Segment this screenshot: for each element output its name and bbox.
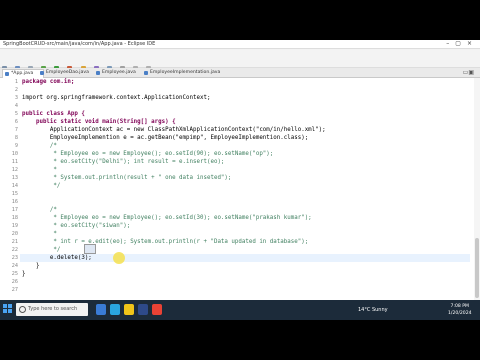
line-number: 20: [11, 231, 18, 237]
tab-employee[interactable]: Employee.java: [94, 69, 146, 77]
line-number: 3: [14, 95, 18, 101]
code-editor[interactable]: 1 2 3 4 5 6 7 8 9 10 11 12 13 14 15 16 1…: [0, 78, 480, 311]
code-line: package com.in;: [22, 79, 75, 85]
code-line: * Employee eo = new Employee(); eo.setId…: [22, 151, 274, 157]
code-line: * int r = e.edit(eo); System.out.println…: [22, 239, 309, 245]
code-line: *: [22, 231, 57, 237]
line-number: 1: [14, 79, 18, 85]
taskbar-search-box[interactable]: Type here to search: [16, 303, 88, 316]
line-number: 19: [11, 223, 18, 229]
weather-widget[interactable]: 14°C Sunny: [358, 300, 388, 320]
tab-employee-implementation[interactable]: EmployeeImplementation.java: [142, 69, 230, 77]
line-number: 27: [11, 287, 18, 293]
clock-date: 1/20/2024: [448, 311, 472, 316]
taskbar-clock[interactable]: 7:08 PM 1/20/2024: [448, 303, 472, 317]
window-controls[interactable]: –▢×: [446, 40, 478, 48]
edge-icon[interactable]: [110, 304, 120, 315]
code-line: e.delete(3);: [22, 255, 92, 261]
code-line: }: [22, 271, 26, 277]
vertical-scrollbar[interactable]: [474, 78, 480, 311]
line-number: 13: [11, 175, 18, 181]
code-line: */: [22, 247, 61, 253]
line-number: 26: [11, 279, 18, 285]
line-number: 8: [14, 135, 18, 141]
line-number: 6: [14, 119, 18, 125]
line-number: 10: [11, 151, 18, 157]
minimize-maximize-icon[interactable]: ▭▣: [463, 69, 474, 76]
code-line: *: [22, 167, 57, 173]
title-bar: SpringBootCRUD-src/main/java/com/in/App.…: [0, 40, 480, 49]
windows-start-icon[interactable]: [3, 304, 13, 314]
task-view-icon[interactable]: [96, 304, 106, 315]
code-line: import org.springframework.context.Appli…: [22, 95, 211, 101]
toolbar: [0, 56, 480, 71]
file-explorer-icon[interactable]: [124, 304, 134, 315]
line-number: 11: [11, 159, 18, 165]
line-number: 24: [11, 263, 18, 269]
editor-tabs: *App.java EmployeeDao.java Employee.java…: [0, 68, 480, 78]
eclipse-window: SpringBootCRUD-src/main/java/com/in/App.…: [0, 40, 480, 320]
parameter-hint-icon: [84, 244, 96, 254]
line-number-gutter: 1 2 3 4 5 6 7 8 9 10 11 12 13 14 15 16 1…: [0, 78, 20, 311]
line-number: 25: [11, 271, 18, 277]
code-line: EmployeeImplemention e = ac.getBean("emp…: [22, 135, 309, 141]
code-line: * Employee eo = new Employee(); eo.setId…: [22, 215, 312, 221]
windows-taskbar: Type here to search 14°C Sunny 7:08 PM 1…: [0, 300, 480, 320]
code-line: /*: [22, 207, 57, 213]
search-icon: [19, 306, 26, 313]
menu-bar: File Edit Source Refactor Navigate Searc…: [0, 49, 480, 66]
scrollbar-thumb[interactable]: [475, 238, 479, 298]
line-number: 21: [11, 239, 18, 245]
code-line: ApplicationContext ac = new ClassPathXml…: [22, 127, 326, 133]
line-number: 9: [14, 143, 18, 149]
code-line: * eo.setCity("siwan");: [22, 223, 131, 229]
line-number: 15: [11, 191, 18, 197]
line-number: 7: [14, 127, 18, 133]
line-number: 2: [14, 87, 18, 93]
eclipse-icon[interactable]: [138, 304, 148, 315]
line-number: 12: [11, 167, 18, 173]
tab-employee-dao[interactable]: EmployeeDao.java: [38, 69, 98, 77]
mouse-pointer-highlight: [113, 252, 125, 264]
taskbar-search-placeholder: Type here to search: [28, 306, 78, 312]
line-number: 17: [11, 207, 18, 213]
clock-time: 7:08 PM: [450, 304, 470, 309]
code-line: * System.out.println(result + " one data…: [22, 175, 232, 181]
line-number: 4: [14, 103, 18, 109]
code-line: * eo.setCity("Delhi"); int result = e.in…: [22, 159, 225, 165]
window-title: SpringBootCRUD-src/main/java/com/in/App.…: [3, 41, 156, 47]
code-line: public static void main(String[] args) {: [22, 119, 176, 125]
line-number: 22: [11, 247, 18, 253]
line-number: 16: [11, 199, 18, 205]
code-line: */: [22, 183, 61, 189]
line-number: 23: [11, 255, 18, 261]
line-number: 14: [11, 183, 18, 189]
code-line: }: [22, 263, 40, 269]
line-number: 18: [11, 215, 18, 221]
chrome-icon[interactable]: [152, 304, 162, 315]
code-line: public class App {: [22, 111, 85, 117]
code-line: /*: [22, 143, 57, 149]
line-number: 5: [14, 111, 18, 117]
